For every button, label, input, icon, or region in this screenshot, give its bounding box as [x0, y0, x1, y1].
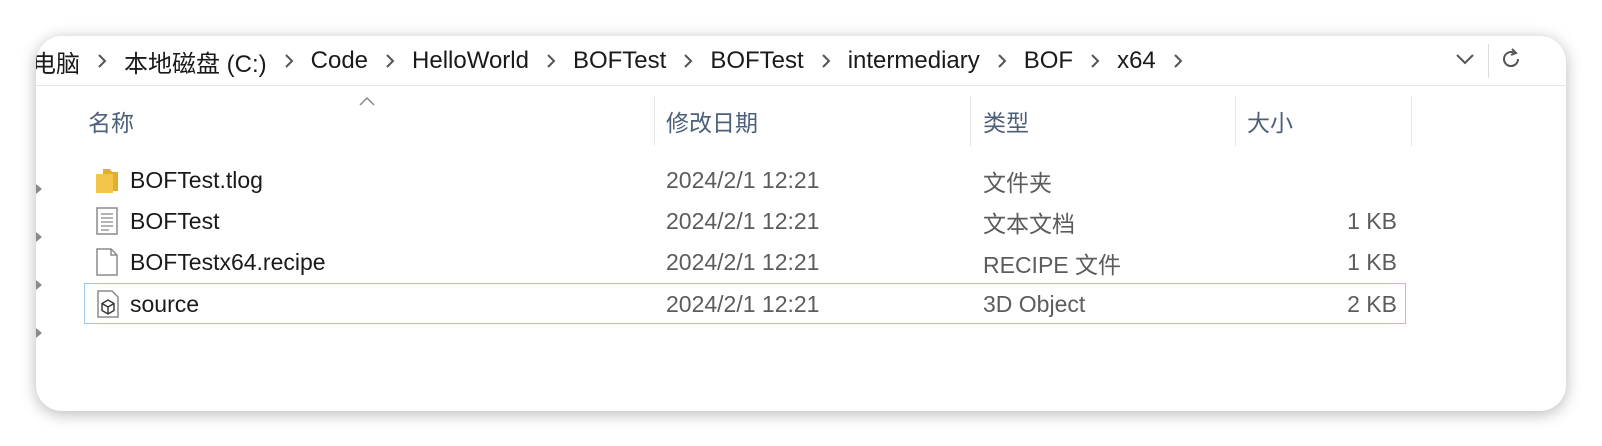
column-header-type-label: 类型: [983, 110, 1029, 136]
text-document-icon: [94, 207, 120, 235]
file-type: 3D Object: [983, 291, 1086, 317]
column-divider[interactable]: [654, 96, 655, 146]
address-bar[interactable]: 电脑 本地磁盘 (C:) Code HelloWorld BOFTest BOF…: [36, 36, 1566, 86]
refresh-icon: [1499, 47, 1523, 76]
chevron-right-icon[interactable]: [269, 54, 309, 68]
breadcrumb-item-bof[interactable]: BOF: [1022, 47, 1075, 75]
file-type: 文本文档: [983, 210, 1075, 237]
navigation-pane-edge: [36, 176, 50, 406]
column-header-row: 名称 修改日期 类型 大小: [36, 96, 1566, 146]
3d-object-icon: [95, 290, 121, 318]
file-date: 2024/2/1 12:21: [666, 167, 820, 193]
address-history-dropdown-button[interactable]: [1449, 44, 1481, 78]
breadcrumb-item-x64[interactable]: x64: [1115, 47, 1158, 75]
breadcrumb-item-this-pc[interactable]: 电脑: [36, 44, 82, 79]
file-date: 2024/2/1 12:21: [666, 249, 820, 275]
column-header-type[interactable]: 类型: [983, 96, 1233, 146]
breadcrumb-item-helloworld[interactable]: HelloWorld: [410, 47, 531, 75]
file-row[interactable]: BOFTest 2024/2/1 12:21 文本文档 1 KB: [84, 201, 1406, 242]
file-type: RECIPE 文件: [983, 251, 1122, 278]
chevron-right-icon[interactable]: [982, 54, 1022, 68]
file-name: BOFTest: [130, 208, 220, 234]
file-size: [1247, 160, 1397, 201]
file-row[interactable]: BOFTestx64.recipe 2024/2/1 12:21 RECIPE …: [84, 242, 1406, 283]
chevron-right-icon[interactable]: [668, 54, 708, 68]
chevron-right-icon[interactable]: [531, 54, 571, 68]
expand-arrow-icon[interactable]: [36, 328, 42, 338]
file-row-selected[interactable]: source 2024/2/1 12:21 3D Object 2 KB: [84, 283, 1406, 324]
column-divider[interactable]: [1235, 96, 1236, 146]
file-explorer-window: 电脑 本地磁盘 (C:) Code HelloWorld BOFTest BOF…: [36, 36, 1566, 411]
blank-file-icon: [94, 248, 120, 276]
file-name: BOFTestx64.recipe: [130, 249, 326, 275]
chevron-right-icon[interactable]: [806, 54, 846, 68]
file-date: 2024/2/1 12:21: [666, 291, 820, 317]
expand-arrow-icon[interactable]: [36, 232, 42, 242]
column-divider[interactable]: [970, 96, 971, 146]
breadcrumb-item-boftest[interactable]: BOFTest: [571, 47, 668, 75]
column-divider[interactable]: [1411, 96, 1412, 146]
file-name: BOFTest.tlog: [130, 167, 263, 193]
refresh-button[interactable]: [1494, 44, 1528, 78]
column-header-date[interactable]: 修改日期: [666, 96, 966, 146]
column-header-name[interactable]: 名称: [88, 96, 648, 146]
breadcrumb-item-intermediary[interactable]: intermediary: [846, 47, 982, 75]
column-header-size[interactable]: 大小: [1247, 96, 1407, 146]
file-size: 1 KB: [1347, 208, 1397, 234]
file-size: 2 KB: [1347, 291, 1397, 317]
file-size: 1 KB: [1347, 249, 1397, 275]
chevron-right-icon[interactable]: [82, 54, 122, 68]
file-row[interactable]: BOFTest.tlog 2024/2/1 12:21 文件夹: [84, 160, 1406, 201]
breadcrumb: 电脑 本地磁盘 (C:) Code HelloWorld BOFTest BOF…: [36, 36, 1446, 86]
column-header-size-label: 大小: [1247, 110, 1293, 136]
chevron-down-icon: [1456, 52, 1474, 70]
breadcrumb-item-c-drive[interactable]: 本地磁盘 (C:): [122, 44, 269, 79]
breadcrumb-item-code[interactable]: Code: [309, 47, 370, 75]
file-date: 2024/2/1 12:21: [666, 208, 820, 234]
address-bar-divider: [1488, 44, 1489, 78]
column-header-date-label: 修改日期: [666, 110, 758, 136]
chevron-right-icon[interactable]: [1158, 54, 1198, 68]
breadcrumb-item-boftest-sub[interactable]: BOFTest: [708, 47, 805, 75]
expand-arrow-icon[interactable]: [36, 184, 42, 194]
chevron-right-icon[interactable]: [1075, 54, 1115, 68]
column-header-name-label: 名称: [88, 110, 134, 136]
chevron-right-icon[interactable]: [370, 54, 410, 68]
file-name: source: [130, 291, 200, 317]
folder-icon: [94, 166, 120, 194]
expand-arrow-icon[interactable]: [36, 280, 42, 290]
file-type: 文件夹: [983, 169, 1052, 196]
